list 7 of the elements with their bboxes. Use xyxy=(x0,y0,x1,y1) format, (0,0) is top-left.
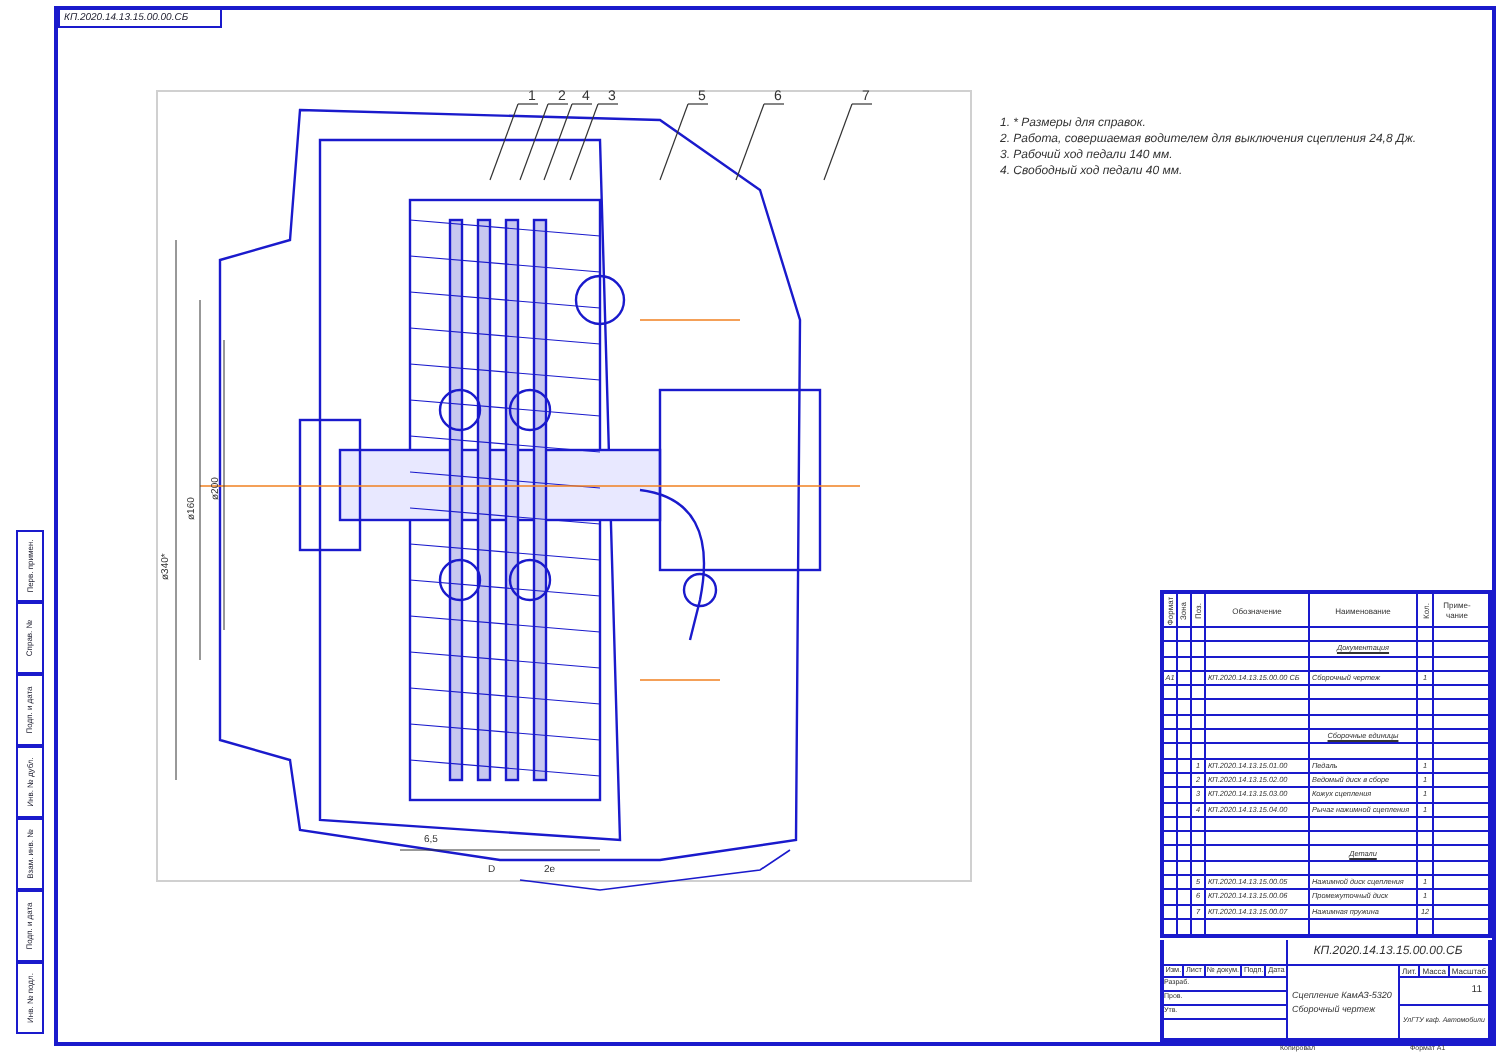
leader-line xyxy=(543,103,593,181)
leader-line xyxy=(823,103,873,181)
leader-line xyxy=(489,103,539,181)
leader-line xyxy=(569,103,619,181)
leader-line xyxy=(519,103,569,181)
leader-line xyxy=(659,103,709,181)
leader-line xyxy=(735,103,785,181)
